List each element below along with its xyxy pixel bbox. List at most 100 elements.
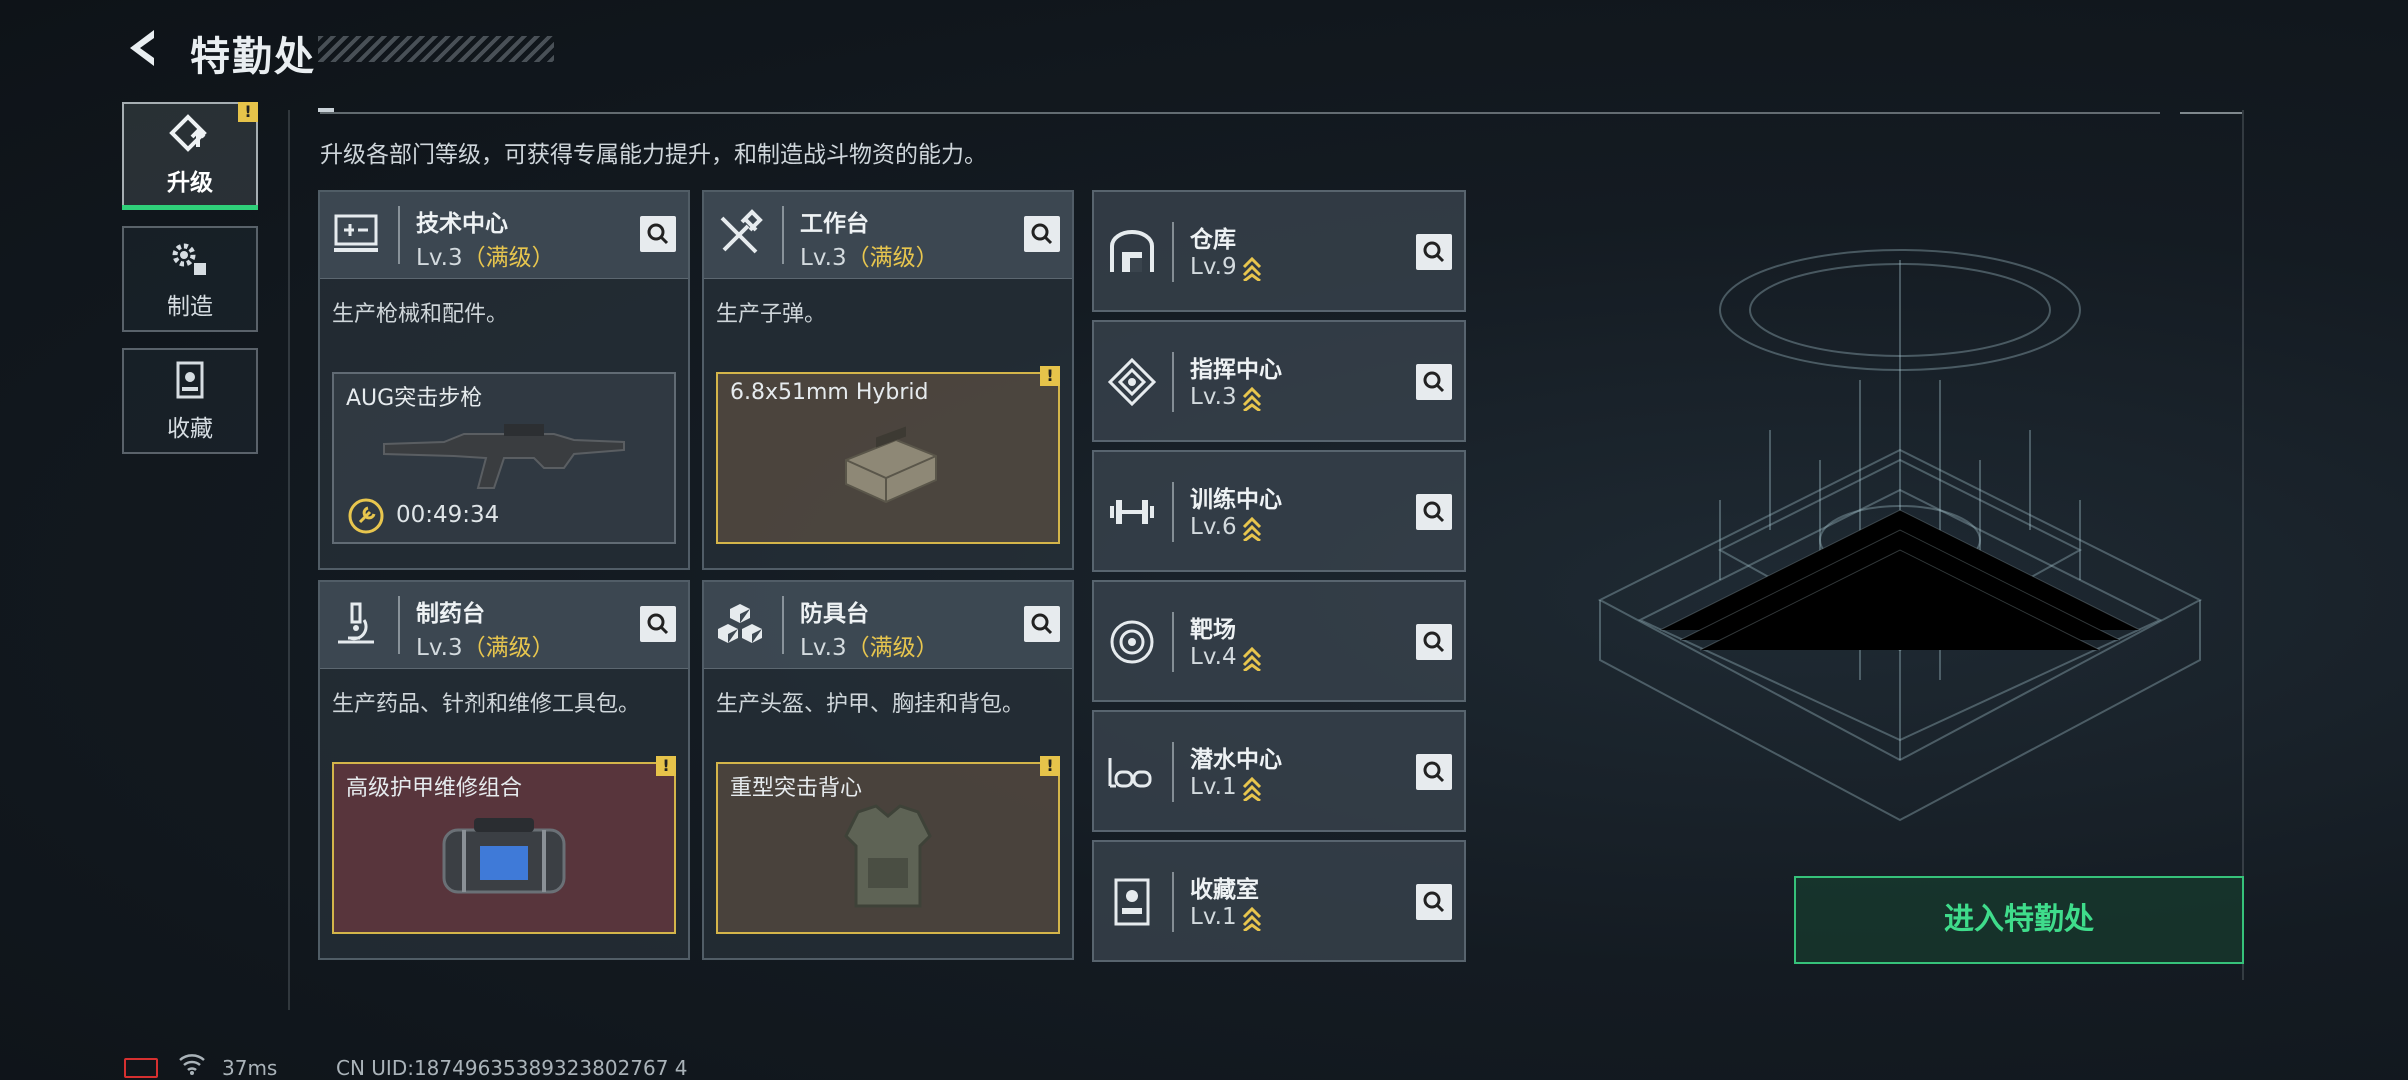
facility-row-shooting-range[interactable]: 靶场 Lv.4 <box>1092 580 1466 702</box>
facility-level: Lv.1 <box>1190 774 1263 801</box>
facility-row-diving-center[interactable]: 潜水中心 Lv.1 <box>1092 710 1466 832</box>
search-icon[interactable] <box>640 216 676 252</box>
card-level: Lv.3（满级） <box>416 245 555 271</box>
card-level: Lv.3（满级） <box>800 245 939 271</box>
separator <box>1172 612 1174 672</box>
item-name: AUG突击步枪 <box>346 386 483 411</box>
card-level: Lv.3（满级） <box>416 635 555 661</box>
title-decoration <box>318 36 554 62</box>
rank-chevron-icon <box>1242 386 1261 411</box>
item-name: 重型突击背心 <box>730 776 863 801</box>
separator <box>398 206 400 264</box>
rank-chevron-icon <box>1242 646 1261 671</box>
dumbbell-icon <box>1110 500 1154 524</box>
alert-badge: ! <box>238 102 258 122</box>
facility-level: Lv.6 <box>1190 514 1263 541</box>
search-icon[interactable] <box>1416 494 1452 530</box>
facility-row-training-center[interactable]: 训练中心 Lv.6 <box>1092 450 1466 572</box>
search-icon[interactable] <box>1024 216 1060 252</box>
facility-row-command-center[interactable]: 指挥中心 Lv.3 <box>1092 320 1466 442</box>
search-icon[interactable] <box>1024 606 1060 642</box>
nav-tab-collection[interactable]: 收藏 <box>122 348 258 454</box>
nav-label: 升级 <box>167 170 213 196</box>
facility-name: 训练中心 <box>1190 487 1282 513</box>
facility-name: 收藏室 <box>1190 877 1259 903</box>
computer-icon <box>334 214 378 252</box>
production-slot[interactable]: 重型突击背心 ! <box>716 756 1060 934</box>
ping-text: 37ms <box>222 1056 278 1080</box>
search-icon[interactable] <box>1416 234 1452 270</box>
card-header: 技术中心 Lv.3（满级） <box>320 192 688 279</box>
card-header: 防具台 Lv.3（满级） <box>704 582 1072 669</box>
facility-card-workbench[interactable]: 工作台 Lv.3（满级） 生产子弹。 6.8x51mm Hybrid ! <box>702 190 1074 570</box>
facility-card-armor-bench[interactable]: 防具台 Lv.3（满级） 生产头盔、护甲、胸挂和背包。 重型突击背心 ! <box>702 580 1074 960</box>
card-description: 生产子弹。 <box>716 302 827 327</box>
warehouse-icon <box>1110 230 1154 272</box>
facility-row-warehouse[interactable]: 仓库 Lv.9 <box>1092 190 1466 312</box>
card-description: 生产药品、针剂和维修工具包。 <box>332 692 641 717</box>
rank-chevron-icon <box>1242 906 1261 931</box>
separator <box>782 596 784 654</box>
gears-icon <box>172 243 206 275</box>
card-title: 工作台 <box>800 211 869 237</box>
nav-tab-craft[interactable]: 制造 <box>122 226 258 332</box>
frame-line <box>288 110 290 1010</box>
separator <box>1172 352 1174 412</box>
alert-badge: ! <box>1040 366 1060 386</box>
production-slot[interactable]: AUG突击步枪 00:49:34 <box>332 372 676 544</box>
collection-icon <box>176 361 204 399</box>
search-icon[interactable] <box>1416 624 1452 660</box>
timer: 00:49:34 <box>396 502 500 528</box>
card-description: 生产枪械和配件。 <box>332 302 509 327</box>
search-icon[interactable] <box>640 606 676 642</box>
separator <box>1172 482 1174 542</box>
uid-text: CN UID:18749635389323802767 4 <box>336 1056 688 1080</box>
facility-level: Lv.4 <box>1190 644 1263 671</box>
rank-chevron-icon <box>1242 516 1261 541</box>
ammo-box-image <box>845 426 937 504</box>
card-description: 生产头盔、护甲、胸挂和背包。 <box>716 692 1025 717</box>
production-slot[interactable]: 高级护甲维修组合 ! <box>332 756 676 934</box>
facility-name: 靶场 <box>1190 617 1236 643</box>
repair-kit-image <box>442 818 566 894</box>
search-icon[interactable] <box>1416 884 1452 920</box>
active-indicator <box>122 205 258 210</box>
display-case-icon <box>1114 878 1150 926</box>
facility-level: Lv.3 <box>1190 384 1263 411</box>
facility-name: 指挥中心 <box>1190 357 1282 383</box>
item-name: 高级护甲维修组合 <box>346 776 523 801</box>
tools-icon <box>720 209 763 254</box>
separator <box>1172 222 1174 282</box>
enter-special-ops-button[interactable]: 进入特勤处 <box>1794 876 2244 964</box>
upgrade-icon <box>169 114 207 152</box>
base-hologram-illustration <box>1597 249 2203 822</box>
item-name: 6.8x51mm Hybrid <box>730 380 929 405</box>
separator <box>1172 742 1174 802</box>
nav-label: 制造 <box>167 294 213 320</box>
vest-image <box>844 804 932 908</box>
card-header: 制药台 Lv.3（满级） <box>320 582 688 669</box>
wifi-icon <box>179 1054 205 1075</box>
nav-label: 收藏 <box>167 416 213 442</box>
rank-chevron-icon <box>1242 776 1261 801</box>
card-title: 防具台 <box>800 601 869 627</box>
card-header: 工作台 Lv.3（满级） <box>704 192 1072 279</box>
facility-row-collection-room[interactable]: 收藏室 Lv.1 <box>1092 840 1466 962</box>
alert-badge: ! <box>1040 756 1060 776</box>
facility-level: Lv.1 <box>1190 904 1263 931</box>
separator <box>1172 872 1174 932</box>
command-icon <box>1107 357 1157 407</box>
card-title: 技术中心 <box>416 211 508 237</box>
target-icon <box>1110 620 1154 664</box>
facility-card-pharmacy[interactable]: 制药台 Lv.3（满级） 生产药品、针剂和维修工具包。 高级护甲维修组合 ! <box>318 580 690 960</box>
facility-card-tech-center[interactable]: 技术中心 Lv.3（满级） 生产枪械和配件。 AUG突击步枪 00:49:34 <box>318 190 690 570</box>
nav-tab-upgrade[interactable]: 升级 ! <box>122 102 258 210</box>
rank-chevron-icon <box>1242 256 1261 281</box>
divider-tick <box>318 108 334 112</box>
back-arrow-icon[interactable] <box>120 24 168 72</box>
separator <box>782 206 784 264</box>
search-icon[interactable] <box>1416 364 1452 400</box>
wrench-timer-icon <box>348 498 384 534</box>
production-slot[interactable]: 6.8x51mm Hybrid ! <box>716 366 1060 544</box>
search-icon[interactable] <box>1416 754 1452 790</box>
